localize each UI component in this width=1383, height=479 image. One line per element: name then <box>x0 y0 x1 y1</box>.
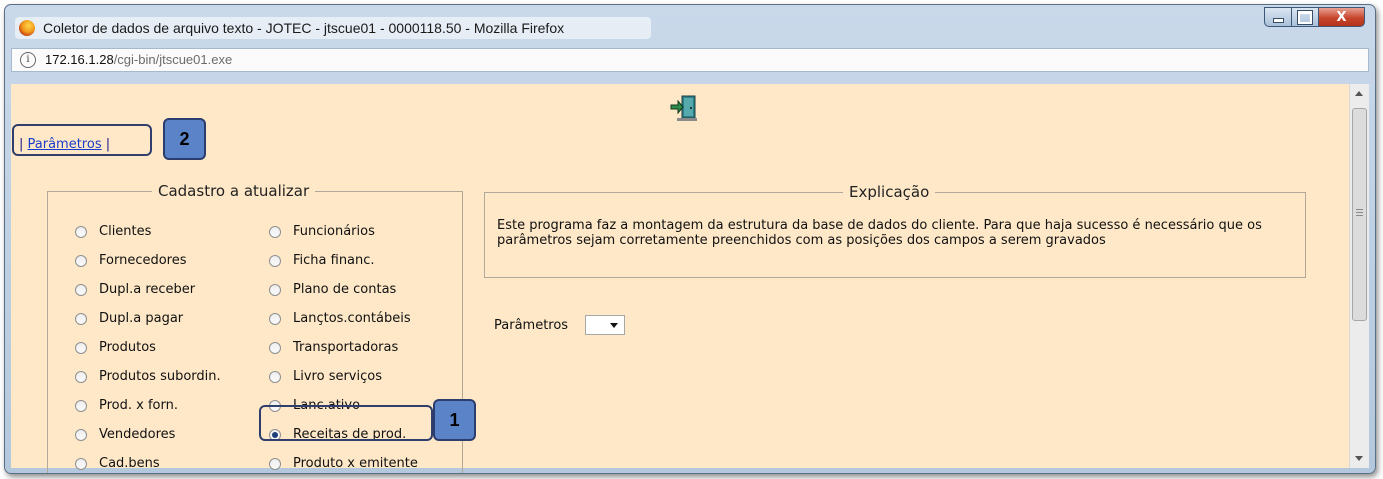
radio-option[interactable]: Produto x emitente <box>269 456 418 471</box>
radio-option[interactable]: Fornecedores <box>75 253 187 268</box>
radio-button[interactable] <box>75 254 87 267</box>
title-bar: Coletor de dados de arquivo texto - JOTE… <box>5 5 1375 41</box>
radio-option[interactable]: Dupl.a pagar <box>75 311 183 326</box>
vertical-scrollbar[interactable] <box>1349 84 1369 468</box>
radio-option[interactable]: Livro serviços <box>269 369 382 384</box>
window-title: Coletor de dados de arquivo texto - JOTE… <box>43 20 565 36</box>
radio-label: Transportadoras <box>293 340 399 355</box>
page-content: | Parâmetros | Cadastro a atualizar Clie… <box>11 84 1349 473</box>
address-bar[interactable]: i 172.16.1.28/cgi-bin/jtscue01.exe <box>11 48 1369 72</box>
radio-label: Vendedores <box>99 427 176 442</box>
radio-label: Dupl.a receber <box>99 282 196 297</box>
radio-option[interactable]: Vendedores <box>75 427 175 442</box>
scroll-down-icon[interactable] <box>1355 456 1363 461</box>
window-controls: X <box>1264 7 1365 27</box>
radio-option[interactable]: Cad.bens <box>75 456 160 471</box>
explicacao-legend: Explicação <box>849 183 930 201</box>
radio-label: Lançtos.contábeis <box>293 311 411 326</box>
radio-button[interactable] <box>75 399 87 412</box>
radio-button[interactable] <box>75 341 87 354</box>
radio-option[interactable]: Plano de contas <box>269 282 396 297</box>
minimize-button[interactable] <box>1264 7 1292 27</box>
radio-button[interactable] <box>269 312 281 325</box>
radio-button[interactable] <box>75 283 87 296</box>
radio-option[interactable]: Lançtos.contábeis <box>269 311 411 326</box>
scroll-thumb[interactable] <box>1352 108 1367 321</box>
radio-button[interactable] <box>75 457 87 470</box>
radio-option[interactable]: Ficha financ. <box>269 253 375 268</box>
radio-label: Funcionários <box>293 224 375 239</box>
callout-badge-2: 2 <box>163 118 206 160</box>
minimize-icon <box>1272 17 1284 23</box>
radio-button[interactable] <box>269 254 281 267</box>
radio-button[interactable] <box>75 370 87 383</box>
chevron-down-icon <box>610 323 618 328</box>
radio-option[interactable]: Clientes <box>75 224 151 239</box>
info-icon[interactable]: i <box>20 52 36 68</box>
cadastro-legend: Cadastro a atualizar <box>158 182 310 200</box>
grip-icon <box>1356 209 1363 218</box>
url-text: 172.16.1.28/cgi-bin/jtscue01.exe <box>45 52 232 67</box>
radio-label: Clientes <box>99 224 152 239</box>
url-host: 172.16.1.28 <box>45 52 114 67</box>
radio-option[interactable]: Transportadoras <box>269 340 398 355</box>
radio-button[interactable] <box>75 225 87 238</box>
radio-button[interactable] <box>269 283 281 296</box>
close-icon: X <box>1336 9 1347 25</box>
close-button[interactable]: X <box>1319 7 1365 27</box>
radio-button[interactable] <box>269 225 281 238</box>
radio-label: Plano de contas <box>293 282 397 297</box>
radio-button[interactable] <box>269 457 281 470</box>
radio-label: Cad.bens <box>99 456 160 471</box>
callout-frame-receitas <box>259 405 433 441</box>
url-path: /cgi-bin/jtscue01.exe <box>113 52 233 67</box>
radio-option[interactable]: Funcionários <box>269 224 375 239</box>
firefox-icon <box>19 20 35 36</box>
radio-label: Prod. x forn. <box>99 398 178 413</box>
browser-window: Coletor de dados de arquivo texto - JOTE… <box>4 4 1376 474</box>
radio-label: Ficha financ. <box>293 253 375 268</box>
radio-option[interactable]: Produtos <box>75 340 156 355</box>
scroll-up-icon[interactable] <box>1355 91 1363 96</box>
exit-door-icon[interactable] <box>669 94 699 122</box>
radio-label: Dupl.a pagar <box>99 311 184 326</box>
radio-label: Livro serviços <box>293 369 382 384</box>
radio-option[interactable]: Prod. x forn. <box>75 398 178 413</box>
maximize-button[interactable] <box>1292 7 1319 27</box>
radio-option[interactable]: Dupl.a receber <box>75 282 195 297</box>
radio-label: Fornecedores <box>99 253 187 268</box>
radio-label: Produto x emitente <box>293 456 418 471</box>
radio-button[interactable] <box>75 428 87 441</box>
radio-button[interactable] <box>75 312 87 325</box>
parametros-select[interactable] <box>585 315 625 335</box>
radio-label: Produtos subordin. <box>99 369 221 384</box>
radio-option[interactable]: Produtos subordin. <box>75 369 221 384</box>
parametros-label: Parâmetros <box>494 318 569 333</box>
radio-button[interactable] <box>269 370 281 383</box>
radio-label: Produtos <box>99 340 156 355</box>
explicacao-text: Este programa faz a montagem da estrutur… <box>497 218 1262 248</box>
callout-badge-1: 1 <box>433 399 476 441</box>
maximize-icon <box>1297 9 1313 25</box>
radio-button[interactable] <box>269 341 281 354</box>
callout-frame-parametros <box>12 124 152 156</box>
